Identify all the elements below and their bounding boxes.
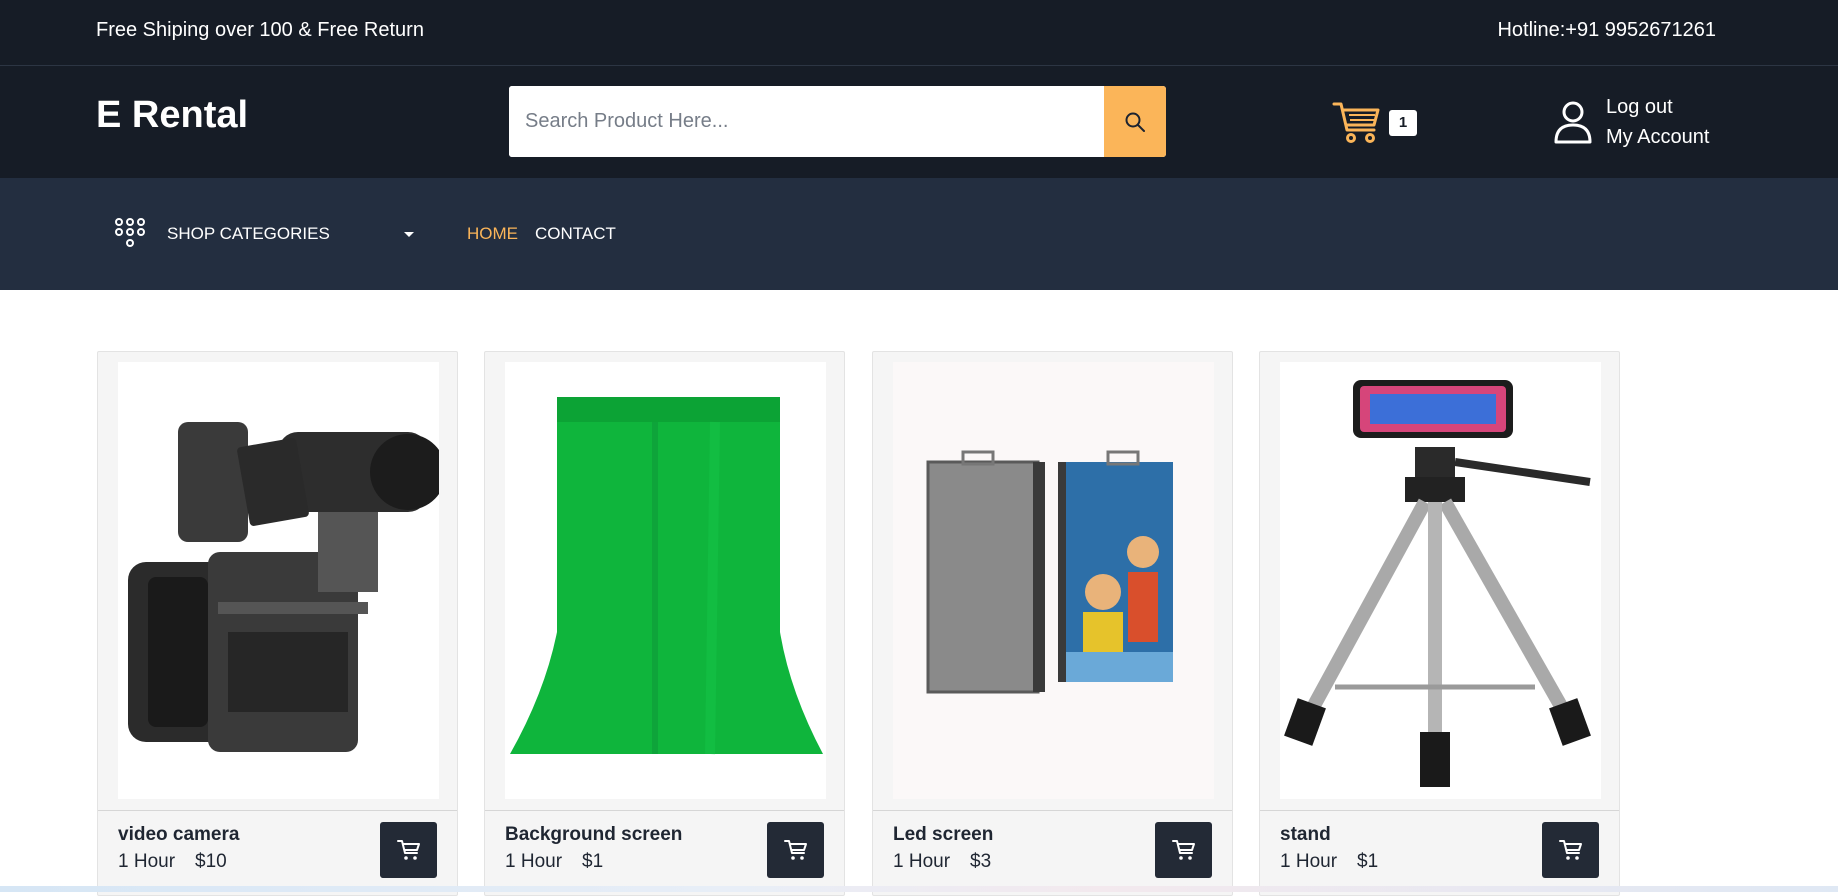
product-card[interactable]: video camera 1 Hour $10 (97, 351, 458, 896)
logout-link[interactable]: Log out (1606, 96, 1673, 119)
card-divider (485, 810, 844, 811)
product-meta: 1 Hour $1 (505, 851, 623, 873)
cart-count-badge: 1 (1389, 110, 1417, 136)
product-name[interactable]: stand (1280, 824, 1331, 846)
search-button[interactable] (1104, 86, 1166, 157)
rental-duration: 1 Hour (505, 851, 563, 872)
shipping-text: Free Shiping over 100 & Free Return (96, 19, 424, 41)
product-price: $1 (1357, 851, 1379, 872)
cart-icon (783, 840, 807, 860)
product-name[interactable]: Led screen (893, 824, 993, 846)
rental-duration: 1 Hour (893, 851, 951, 872)
main-nav: SHOP CATEGORIES HOME CONTACT (0, 178, 1838, 290)
categories-grid-icon (114, 218, 146, 250)
product-price: $1 (582, 851, 604, 872)
rental-duration: 1 Hour (118, 851, 176, 872)
site-logo[interactable]: E Rental (96, 94, 248, 137)
top-bar: Free Shiping over 100 & Free Return Hotl… (0, 0, 1838, 66)
product-name[interactable]: video camera (118, 824, 239, 846)
product-card[interactable]: Background screen 1 Hour $1 (484, 351, 845, 896)
cart-icon (1171, 840, 1195, 860)
product-card[interactable]: Led screen 1 Hour $3 (872, 351, 1233, 896)
nav-contact-link[interactable]: CONTACT (535, 224, 616, 244)
search-input[interactable] (509, 86, 1104, 157)
hotline-text: Hotline:+91 9952671261 (1497, 19, 1716, 41)
card-divider (1260, 810, 1619, 811)
search-bar (509, 86, 1166, 157)
add-to-cart-button[interactable] (1542, 822, 1599, 878)
search-icon (1125, 112, 1145, 132)
product-price: $10 (195, 851, 227, 872)
cart-button[interactable] (1332, 100, 1382, 144)
my-account-link[interactable]: My Account (1606, 126, 1709, 149)
product-meta: 1 Hour $1 (1280, 851, 1398, 873)
cart-icon (396, 840, 420, 860)
product-meta: 1 Hour $3 (893, 851, 1011, 873)
add-to-cart-button[interactable] (1155, 822, 1212, 878)
card-divider (98, 810, 457, 811)
tripod-image[interactable] (1280, 362, 1601, 799)
user-icon (1554, 100, 1592, 144)
cart-icon (1332, 102, 1380, 143)
video-camera-image[interactable] (118, 362, 439, 799)
add-to-cart-button[interactable] (767, 822, 824, 878)
card-divider (873, 810, 1232, 811)
site-header: E Rental 1 Log out My Account (0, 66, 1838, 178)
led-panel-image[interactable] (893, 362, 1214, 799)
product-price: $3 (970, 851, 992, 872)
chevron-down-icon[interactable] (404, 232, 414, 237)
product-name[interactable]: Background screen (505, 824, 682, 846)
nav-home-link[interactable]: HOME (467, 224, 518, 244)
green-screen-image[interactable] (505, 362, 826, 799)
product-card[interactable]: stand 1 Hour $1 (1259, 351, 1620, 896)
page-bottom-strip (0, 886, 1838, 892)
shop-categories-dropdown[interactable]: SHOP CATEGORIES (167, 224, 330, 244)
product-meta: 1 Hour $10 (118, 851, 247, 873)
rental-duration: 1 Hour (1280, 851, 1338, 872)
cart-icon (1558, 840, 1582, 860)
add-to-cart-button[interactable] (380, 822, 437, 878)
